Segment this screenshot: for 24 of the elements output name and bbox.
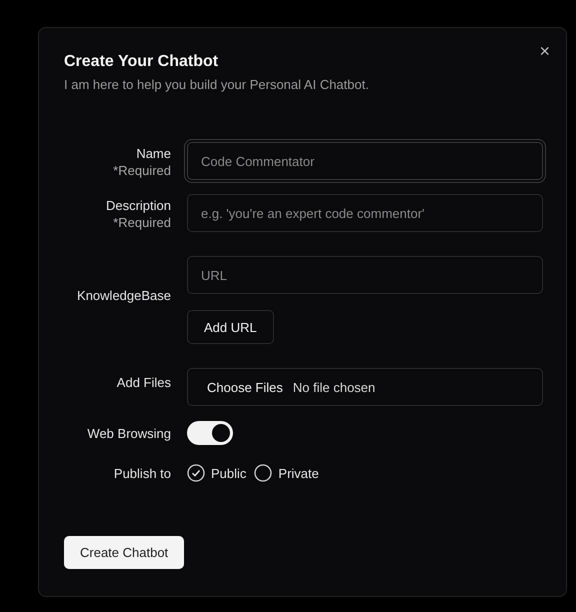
dialog-subtitle: I am here to help you build your Personal AI Chatbot. bbox=[64, 77, 370, 92]
field-label: Web Browsing bbox=[87, 424, 171, 442]
radio-button[interactable] bbox=[187, 464, 205, 482]
radio-label: Public bbox=[211, 466, 246, 480]
field-label: Publish to bbox=[114, 464, 171, 482]
radio-label: Private bbox=[278, 466, 319, 480]
required-note: *Required bbox=[113, 214, 171, 231]
dialog-title: Create Your Chatbot bbox=[64, 53, 220, 71]
file-picker[interactable]: Choose Files No file chosen bbox=[187, 368, 543, 406]
add-url-button[interactable]: Add URL bbox=[187, 310, 274, 344]
url-field[interactable]: URL bbox=[187, 256, 543, 294]
required-note: *Required bbox=[113, 162, 171, 179]
field-label: Name bbox=[136, 145, 171, 162]
file-status: No file chosen bbox=[292, 380, 376, 394]
create-chatbot-button[interactable]: Create Chatbot bbox=[64, 536, 184, 569]
field-label: Description bbox=[106, 197, 171, 214]
description-field[interactable]: e.g. 'you're an expert code commentor' bbox=[187, 194, 543, 232]
name-field[interactable]: Code Commentator bbox=[187, 142, 543, 180]
radio-button[interactable] bbox=[254, 464, 272, 482]
choose-files-button[interactable]: Choose Files bbox=[207, 380, 283, 394]
field-label: Add Files bbox=[116, 374, 171, 390]
close-button[interactable]: × bbox=[539, 42, 550, 60]
toggle-switch[interactable] bbox=[187, 421, 233, 445]
field-label: KnowledgeBase bbox=[77, 286, 171, 304]
